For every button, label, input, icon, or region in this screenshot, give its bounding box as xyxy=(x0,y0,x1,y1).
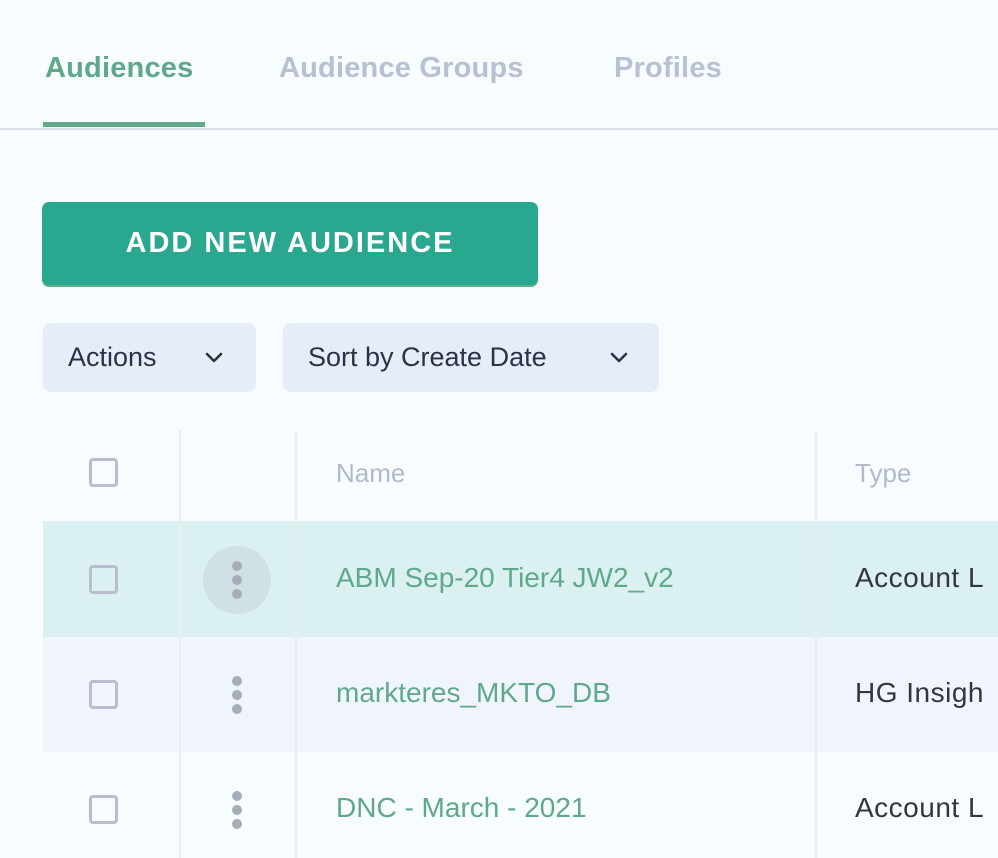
row-menu-button[interactable] xyxy=(203,661,271,729)
table-row[interactable]: markteres_MKTO_DB HG Insigh xyxy=(43,637,998,752)
kebab-dot xyxy=(232,819,242,829)
kebab-menu-icon xyxy=(232,561,242,571)
select-all-checkbox[interactable] xyxy=(89,458,118,487)
audience-name-link[interactable]: ABM Sep-20 Tier4 JW2_v2 xyxy=(336,562,674,594)
audience-name-link[interactable]: DNC - March - 2021 xyxy=(336,792,587,824)
column-divider xyxy=(295,430,297,858)
sort-dropdown-label: Sort by Create Date xyxy=(308,342,547,372)
row-menu-button[interactable] xyxy=(203,546,271,614)
chevron-down-icon xyxy=(610,352,628,363)
kebab-menu-icon xyxy=(232,791,242,801)
column-header-name[interactable]: Name xyxy=(336,458,405,489)
kebab-dot xyxy=(232,690,242,700)
column-header-type[interactable]: Type xyxy=(855,458,911,489)
actions-dropdown[interactable]: Actions xyxy=(43,323,256,392)
column-divider xyxy=(179,430,181,858)
column-divider xyxy=(815,430,817,858)
row-checkbox[interactable] xyxy=(89,565,118,594)
kebab-dot xyxy=(232,575,242,585)
kebab-dot xyxy=(232,704,242,714)
tab-audience-groups[interactable]: Audience Groups xyxy=(279,52,524,85)
table-row[interactable]: DNC - March - 2021 Account L xyxy=(43,752,998,858)
row-checkbox[interactable] xyxy=(89,680,118,709)
sort-dropdown[interactable]: Sort by Create Date xyxy=(283,323,659,392)
chevron-down-icon xyxy=(205,352,223,363)
audiences-table: Name Type ABM Sep-20 Tier4 JW2_v2 Accoun… xyxy=(43,430,998,858)
table-header-row: Name Type xyxy=(43,430,998,520)
audience-type: HG Insigh xyxy=(855,677,984,708)
kebab-dot xyxy=(232,589,242,599)
row-checkbox[interactable] xyxy=(89,795,118,824)
actions-dropdown-label: Actions xyxy=(68,342,157,372)
table-row[interactable]: ABM Sep-20 Tier4 JW2_v2 Account L xyxy=(43,521,998,637)
tab-bar: Audiences Audience Groups Profiles xyxy=(0,0,998,130)
row-menu-button[interactable] xyxy=(203,776,271,844)
kebab-menu-icon xyxy=(232,676,242,686)
audience-name-link[interactable]: markteres_MKTO_DB xyxy=(336,677,611,709)
kebab-dot xyxy=(232,805,242,815)
add-new-audience-button[interactable]: ADD NEW AUDIENCE xyxy=(42,202,538,285)
active-tab-indicator xyxy=(43,122,205,127)
tab-audiences[interactable]: Audiences xyxy=(45,52,193,85)
tab-profiles[interactable]: Profiles xyxy=(614,52,722,85)
audience-type: Account L xyxy=(855,562,985,593)
audience-type: Account L xyxy=(855,792,985,823)
